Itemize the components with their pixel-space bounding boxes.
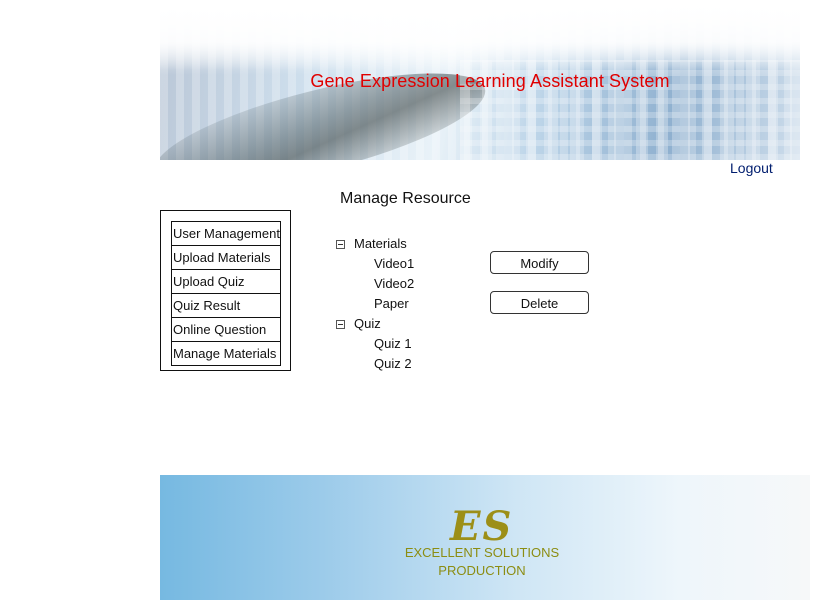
footer-tagline-line2: PRODUCTION (438, 563, 526, 578)
sidebar-item-user-management[interactable]: User Management (172, 222, 280, 246)
tree-leaf-video1[interactable]: Video1 (374, 256, 414, 271)
tree-leaf-quiz-2[interactable]: Quiz 2 (374, 356, 412, 371)
footer-tagline-line1: EXCELLENT SOLUTIONS (404, 545, 560, 560)
tree-node-materials[interactable]: Materials (354, 236, 407, 251)
modify-button[interactable]: Modify (490, 251, 589, 274)
sidebar-item-quiz-result[interactable]: Quiz Result (172, 294, 280, 318)
collapse-quiz-icon[interactable] (336, 320, 345, 329)
es-logo: ES (450, 503, 514, 550)
collapse-materials-icon[interactable] (336, 240, 345, 249)
tree-node-quiz[interactable]: Quiz (354, 316, 381, 331)
logout-link[interactable]: Logout (730, 160, 773, 176)
site-title: Gene Expression Learning Assistant Syste… (310, 71, 670, 91)
tree-leaf-quiz-1[interactable]: Quiz 1 (374, 336, 412, 351)
sidebar-item-upload-materials[interactable]: Upload Materials (172, 246, 280, 270)
sidebar-panel: User Management Upload Materials Upload … (160, 210, 291, 371)
sidebar-menu: User Management Upload Materials Upload … (171, 221, 281, 366)
footer-banner: ES EXCELLENT SOLUTIONS PRODUCTION (160, 475, 810, 600)
sidebar-item-manage-materials[interactable]: Manage Materials (172, 342, 280, 365)
page-title: Manage Resource (340, 190, 471, 207)
tree-leaf-paper[interactable]: Paper (374, 296, 409, 311)
tree-leaf-video2[interactable]: Video2 (374, 276, 414, 291)
sidebar-item-upload-quiz[interactable]: Upload Quiz (172, 270, 280, 294)
delete-button[interactable]: Delete (490, 291, 589, 314)
sidebar-item-online-question[interactable]: Online Question (172, 318, 280, 342)
